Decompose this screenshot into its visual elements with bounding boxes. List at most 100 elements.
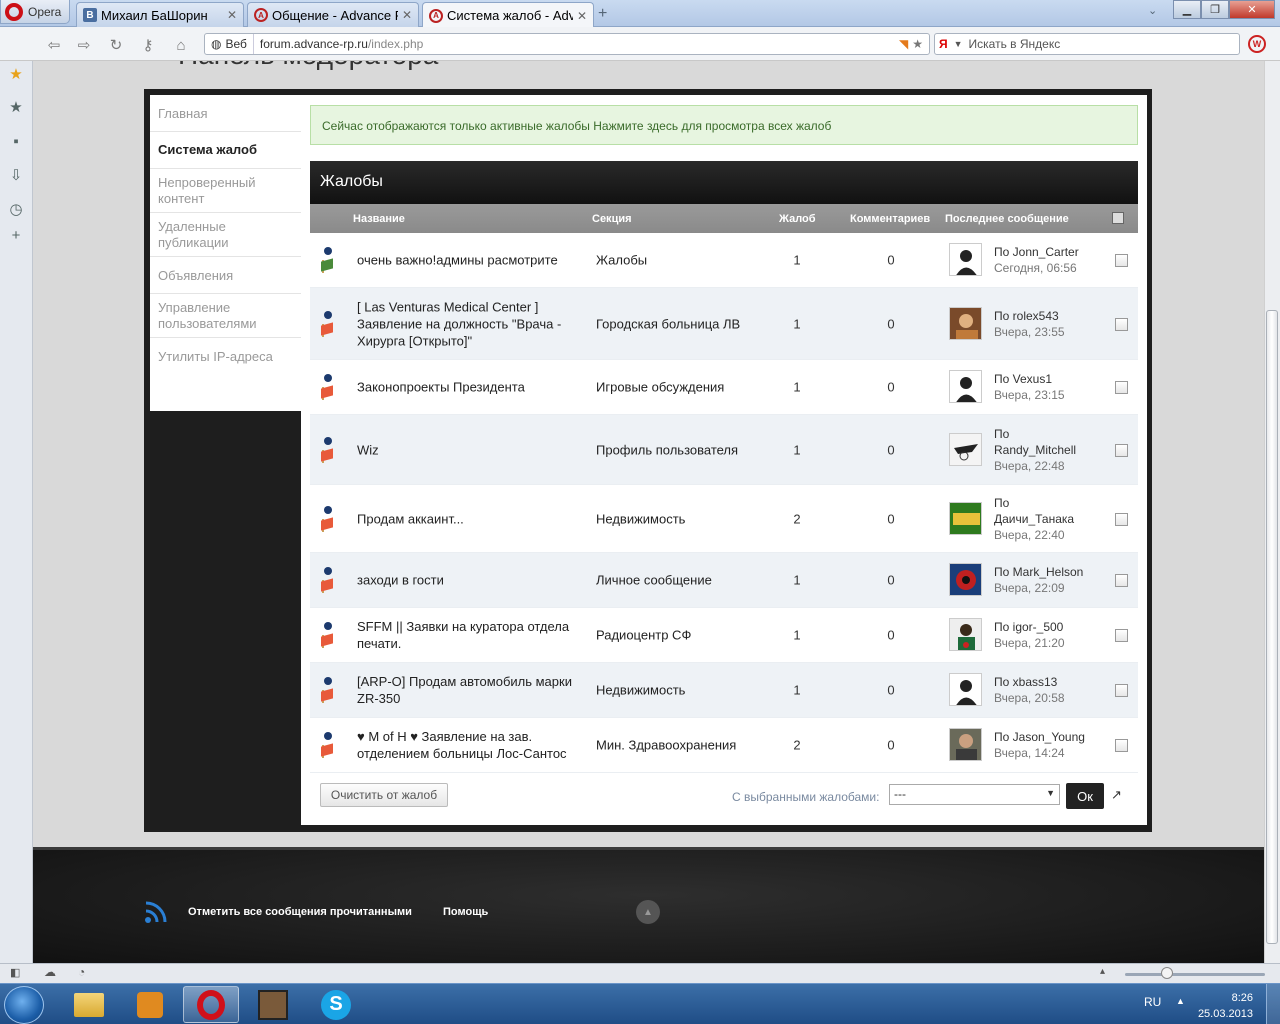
report-title[interactable]: очень важно!админы расмотрите [357,252,577,269]
col-section[interactable]: Секция [592,213,632,225]
downloads-icon[interactable]: ⇩ [8,167,24,184]
row-checkbox[interactable] [1115,684,1128,697]
menu-item-unapproved[interactable]: Непроверенный контент [150,169,301,213]
row-checkbox[interactable] [1115,574,1128,587]
search-field[interactable]: Я ▼ Искать в Яндекс [934,33,1240,55]
chevron-down-icon[interactable]: ▼ [954,39,963,49]
report-title[interactable]: ♥ M of H ♥ Заявление на зав. отделением … [357,728,577,762]
menu-item-users[interactable]: Управление пользователями [150,294,301,338]
col-reports[interactable]: Жалоб [779,213,816,225]
bookmark-star-icon[interactable]: ★ [912,37,929,51]
row-checkbox[interactable] [1115,739,1128,752]
cloud-icon[interactable]: ☁ [44,965,56,979]
avatar[interactable] [949,673,982,706]
start-button[interactable] [4,986,44,1024]
table-row[interactable]: Продам аккаинт... Недвижимость 2 0 По Даи… [310,485,1138,553]
last-user-link[interactable]: xbass13 [1013,675,1058,689]
col-comments[interactable]: Комментариев [850,213,930,225]
row-checkbox[interactable] [1115,381,1128,394]
row-checkbox[interactable] [1115,254,1128,267]
menu-item-reports[interactable]: Система жалоб [150,132,301,169]
avatar[interactable] [949,370,982,403]
history-clock-icon[interactable]: ◷ [8,201,24,218]
table-row[interactable]: Законопроекты Президента Игровые обсужде… [310,360,1138,415]
row-checkbox[interactable] [1115,443,1128,457]
explorer-taskbar-icon[interactable] [61,986,117,1023]
table-row[interactable]: очень важно!админы расмотрите Жалобы 1 0… [310,233,1138,288]
avatar[interactable] [949,306,982,340]
report-title[interactable]: [ARP-O] Продам автомобиль марки ZR-350 [357,673,577,707]
reload-icon[interactable]: ↻ [106,35,126,55]
menu-item-notices[interactable]: Объявления [150,257,301,294]
report-title[interactable]: Законопроекты Президента [357,379,577,396]
avatar[interactable] [949,501,982,535]
action-select[interactable]: --- ▼ [889,784,1060,805]
ok-button[interactable]: Ок [1066,783,1104,809]
panel-toggle-icon[interactable]: ◧ [10,966,20,979]
close-icon[interactable]: ✕ [402,8,412,22]
close-icon[interactable]: ✕ [577,9,587,23]
last-user-link[interactable]: Vexus1 [1013,372,1052,386]
skype-taskbar-icon[interactable]: S [308,986,364,1023]
avatar[interactable] [949,563,982,596]
avatar[interactable] [949,243,982,276]
back-icon[interactable]: ⇦ [44,35,64,55]
last-user-link[interactable]: Mark_Helson [1013,565,1084,579]
web-badge[interactable]: ◍ Веб [205,34,254,54]
minimize-button[interactable]: ▁ [1173,0,1201,19]
view-icon[interactable]: ▴ [1100,966,1105,977]
last-user-link[interactable]: igor-_500 [1013,620,1064,634]
media-player-taskbar-icon[interactable] [122,986,178,1023]
address-bar[interactable]: ◍ Веб forum.advance-rp.ru/index.php ◥ ★ [204,33,930,55]
restore-button[interactable]: ❐ [1201,0,1229,19]
help-link[interactable]: Помощь [443,906,488,918]
tray-expand-icon[interactable]: ▲ [1176,996,1185,1006]
menu-item-home[interactable]: Главная [150,95,301,132]
select-all-checkbox[interactable] [1112,212,1124,224]
rss-icon[interactable] [144,900,168,924]
close-icon[interactable]: ✕ [227,8,237,22]
mark-all-read-link[interactable]: Отметить все сообщения прочитанными [188,906,412,918]
tab-vk[interactable]: B Михаил БаШорин ✕ [76,2,244,27]
last-user-link[interactable]: Randy_Mitchell [994,443,1076,457]
forward-icon[interactable]: ⇨ [74,35,94,55]
report-title[interactable]: [ Las Venturas Medical Center ] Заявлени… [357,298,577,349]
menu-item-ip-tools[interactable]: Утилиты IP-адреса [150,338,301,374]
notes-icon[interactable]: ▪ [8,133,24,150]
scroll-top-icon[interactable]: ▲ [636,900,660,924]
language-indicator[interactable]: RU [1144,995,1161,1009]
table-row[interactable]: Wiz Профиль пользователя 1 0 По Randy_Mit… [310,415,1138,485]
bookmarks-icon[interactable]: ★ [8,99,24,116]
row-checkbox[interactable] [1115,629,1128,642]
last-user-link[interactable]: Jonn_Carter [1013,245,1079,259]
game-taskbar-icon[interactable] [245,986,301,1023]
table-row[interactable]: заходи в гости Личное сообщение 1 0 По M… [310,553,1138,608]
zoom-slider[interactable] [1125,973,1265,976]
new-tab-icon[interactable]: + [598,5,607,23]
show-desktop-button[interactable] [1266,984,1280,1024]
home-icon[interactable]: ⌂ [171,35,191,55]
report-title[interactable]: заходи в гости [357,572,577,589]
tab-sistema-zhalob[interactable]: A Система жалоб - Adv... ✕ [422,2,594,28]
key-icon[interactable]: ⚷ [138,35,158,55]
zoom-slider-handle[interactable] [1161,967,1173,979]
tab-obschenie[interactable]: A Общение - Advance R... ✕ [247,2,419,27]
report-title[interactable]: Продам аккаинт... [357,510,577,527]
rss-icon[interactable]: ◥ [895,37,912,51]
last-user-link[interactable]: rolex543 [1013,309,1059,323]
turbo-icon[interactable]: ◔ [78,965,85,979]
add-panel-icon[interactable]: + [8,227,24,244]
avatar[interactable] [949,618,982,651]
webmail-icon[interactable]: W [1248,35,1266,53]
col-name[interactable]: Название [353,213,405,225]
tab-list-icon[interactable]: ⌄ [1148,4,1157,17]
clock[interactable]: 8:26 25.03.2013 [1190,990,1253,1022]
table-row[interactable]: [ Las Venturas Medical Center ] Заявлени… [310,288,1138,360]
menu-item-deleted[interactable]: Удаленные публикации [150,213,301,257]
favorites-star-icon[interactable]: ★ [8,66,24,83]
row-checkbox[interactable] [1115,512,1128,526]
table-row[interactable]: SFFM || Заявки на куратора отдела печати… [310,608,1138,663]
avatar[interactable] [949,432,982,466]
last-user-link[interactable]: Jason_Young [1013,730,1085,744]
clear-reports-button[interactable]: Очистить от жалоб [320,783,448,807]
